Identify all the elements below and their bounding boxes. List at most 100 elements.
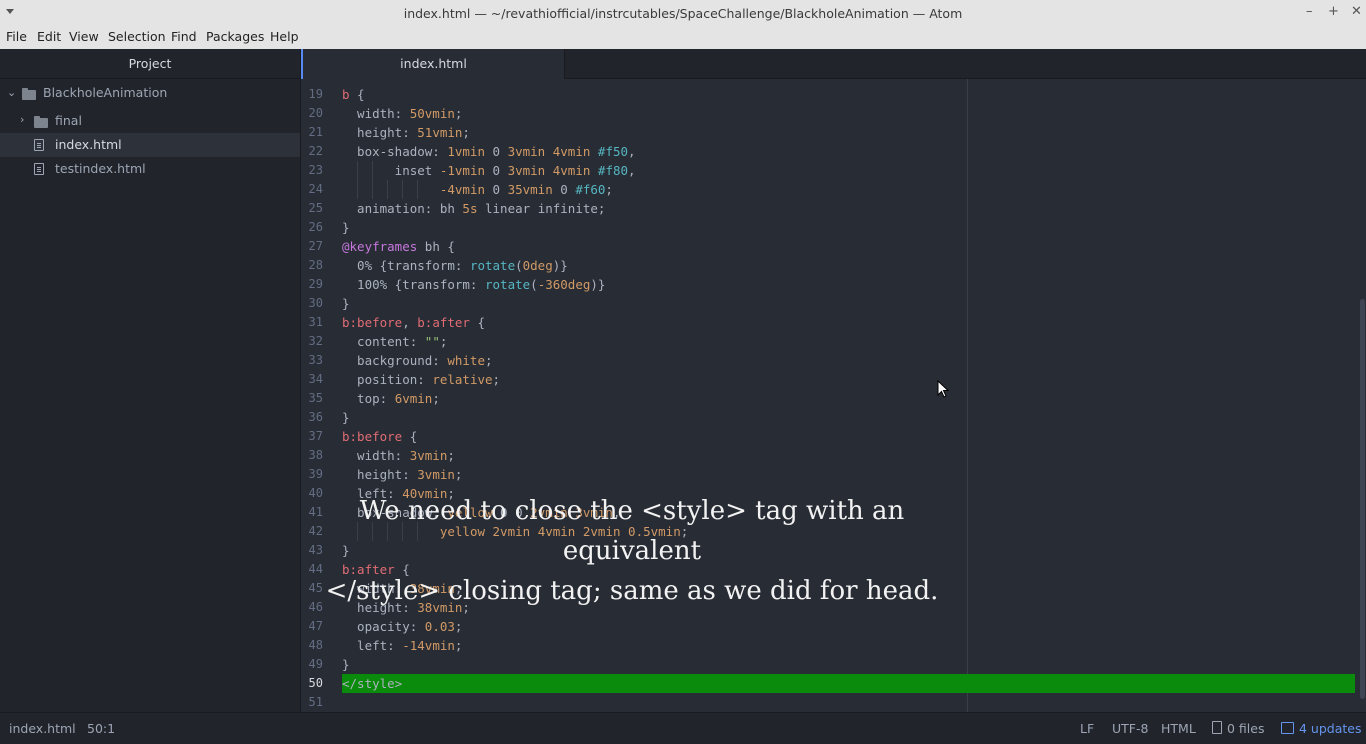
status-file-name[interactable]: index.html — [9, 721, 76, 736]
code-line: 100% {transform: rotate(-360deg)} — [342, 277, 606, 292]
tree-item-label: final — [55, 113, 82, 128]
code-line: height: 51vmin; — [342, 125, 470, 140]
status-updates-label: 4 updates — [1299, 721, 1362, 736]
line-number: 31 — [308, 315, 323, 329]
package-icon — [1281, 722, 1294, 734]
line-number: 34 — [308, 372, 323, 386]
code-line: @keyframes bh { — [342, 239, 455, 254]
line-number: 27 — [308, 239, 323, 253]
chevron-down-icon: ⌄ — [7, 86, 17, 99]
line-number: 51 — [308, 695, 323, 709]
code-line: width: 50vmin; — [342, 106, 463, 121]
indent-guide — [372, 180, 373, 199]
line-number: 20 — [308, 106, 323, 120]
file-text-icon — [34, 163, 44, 175]
code-line: b:before, b:after { — [342, 315, 486, 330]
folder-icon — [22, 88, 36, 100]
menu-file[interactable]: File — [6, 29, 27, 44]
status-git-files[interactable]: 0 files — [1212, 721, 1264, 736]
status-git-files-label: 0 files — [1227, 721, 1265, 736]
tree-item-label: index.html — [55, 137, 122, 152]
selected-line-highlight — [342, 674, 1355, 693]
file-diff-icon — [1212, 721, 1222, 734]
line-number: 29 — [308, 277, 323, 291]
code-line: width: 3vmin; — [342, 448, 455, 463]
tree-item-label: testindex.html — [55, 161, 146, 176]
menu-selection[interactable]: Selection — [108, 29, 166, 44]
code-line: background: white; — [342, 353, 493, 368]
code-line: </style> — [342, 676, 403, 691]
status-cursor-position[interactable]: 50:1 — [87, 721, 115, 736]
line-number: 39 — [308, 467, 323, 481]
project-root-label: BlackholeAnimation — [43, 85, 168, 100]
code-line: b:before { — [342, 429, 418, 444]
menu-edit[interactable]: Edit — [37, 29, 61, 44]
minimize-button[interactable]: – — [1306, 4, 1313, 19]
code-line: 0% {transform: rotate(0deg)} — [342, 258, 568, 273]
project-root[interactable]: ⌄ BlackholeAnimation — [0, 81, 300, 105]
status-bar: index.html 50:1 LF UTF-8 HTML 0 files 4 … — [0, 712, 1366, 744]
code-line: } — [342, 657, 350, 672]
menu-find[interactable]: Find — [171, 29, 197, 44]
caption-line-1: We need to close the <style> tag with an… — [359, 496, 905, 566]
title-bar: index.html — ~/revathiofficial/instrcuta… — [0, 0, 1366, 27]
line-number: 30 — [308, 296, 323, 310]
tree-item-final[interactable]: › final — [0, 109, 300, 133]
line-number: 48 — [308, 638, 323, 652]
line-number: 50 — [308, 676, 323, 690]
indent-guide — [357, 161, 358, 180]
line-number: 19 — [308, 87, 323, 101]
line-number: 35 — [308, 391, 323, 405]
code-line: height: 3vmin; — [342, 467, 463, 482]
tree-view-title[interactable]: Project — [0, 49, 300, 79]
line-number: 36 — [308, 410, 323, 424]
line-number: 47 — [308, 619, 323, 633]
vertical-scrollbar[interactable] — [1360, 299, 1365, 699]
line-number: 22 — [308, 144, 323, 158]
line-number: 49 — [308, 657, 323, 671]
line-number: 24 — [308, 182, 323, 196]
menu-help[interactable]: Help — [270, 29, 299, 44]
code-line: } — [342, 410, 350, 425]
mouse-pointer-icon — [937, 380, 949, 398]
indent-guide — [402, 180, 403, 199]
folder-icon — [34, 116, 48, 128]
line-number: 21 — [308, 125, 323, 139]
code-line: opacity: 0.03; — [342, 619, 463, 634]
menu-view[interactable]: View — [69, 29, 99, 44]
chevron-right-icon: › — [20, 113, 25, 126]
status-grammar[interactable]: HTML — [1161, 721, 1196, 736]
code-line: position: relative; — [342, 372, 501, 387]
close-button[interactable]: ✕ — [1351, 4, 1362, 19]
line-number: 26 — [308, 220, 323, 234]
menu-bar: File Edit View Selection Find Packages H… — [0, 27, 1366, 50]
window-title: index.html — ~/revathiofficial/instrcuta… — [403, 6, 963, 21]
indent-guide — [372, 161, 373, 180]
code-line: b { — [342, 87, 365, 102]
code-line: animation: bh 5s linear infinite; — [342, 201, 606, 216]
status-line-ending[interactable]: LF — [1080, 721, 1094, 736]
indent-guide — [387, 180, 388, 199]
line-number: 33 — [308, 353, 323, 367]
menu-packages[interactable]: Packages — [206, 29, 264, 44]
line-number: 25 — [308, 201, 323, 215]
tree-item-index-html[interactable]: index.html — [0, 133, 300, 157]
file-text-icon — [34, 139, 44, 151]
text-editor[interactable]: 19 20 21 22 23 24 25 26 27 28 29 30 31 32 33 34 35 36 37 38… — [301, 79, 1366, 712]
line-number-gutter[interactable]: 19 20 21 22 23 24 25 26 27 28 29 30 31 32 33 34 35 36 37 38… — [301, 79, 331, 712]
tree-view: Project ⌄ BlackholeAnimation › final ind… — [0, 49, 301, 712]
code-line: top: 6vmin; — [342, 391, 440, 406]
code-line: inset -1vmin 0 3vmin 4vmin #f80, — [342, 163, 636, 178]
status-encoding[interactable]: UTF-8 — [1112, 721, 1148, 736]
line-number: 23 — [308, 163, 323, 177]
indent-guide — [417, 180, 418, 199]
wrap-guide — [967, 79, 968, 712]
tab-index-html[interactable]: index.html — [301, 49, 565, 79]
status-updates[interactable]: 4 updates — [1281, 721, 1361, 736]
code-line: left: -14vmin; — [342, 638, 463, 653]
code-line: } — [342, 220, 350, 235]
tutorial-caption: We need to close the <style> tag with an… — [302, 491, 962, 611]
tab-bar: index.html — [301, 49, 1366, 79]
tree-item-testindex-html[interactable]: testindex.html — [0, 157, 300, 181]
maximize-button[interactable]: + — [1328, 4, 1339, 19]
